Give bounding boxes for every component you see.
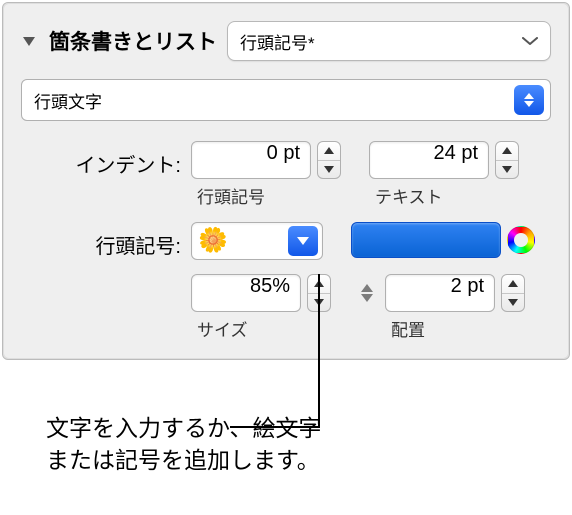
callout-line1: 文字を入力するか、絵文字 bbox=[46, 412, 322, 444]
callout-line2: または記号を追加します。 bbox=[46, 444, 322, 476]
callout-text: 文字を入力するか、絵文字 または記号を追加します。 bbox=[46, 412, 322, 476]
